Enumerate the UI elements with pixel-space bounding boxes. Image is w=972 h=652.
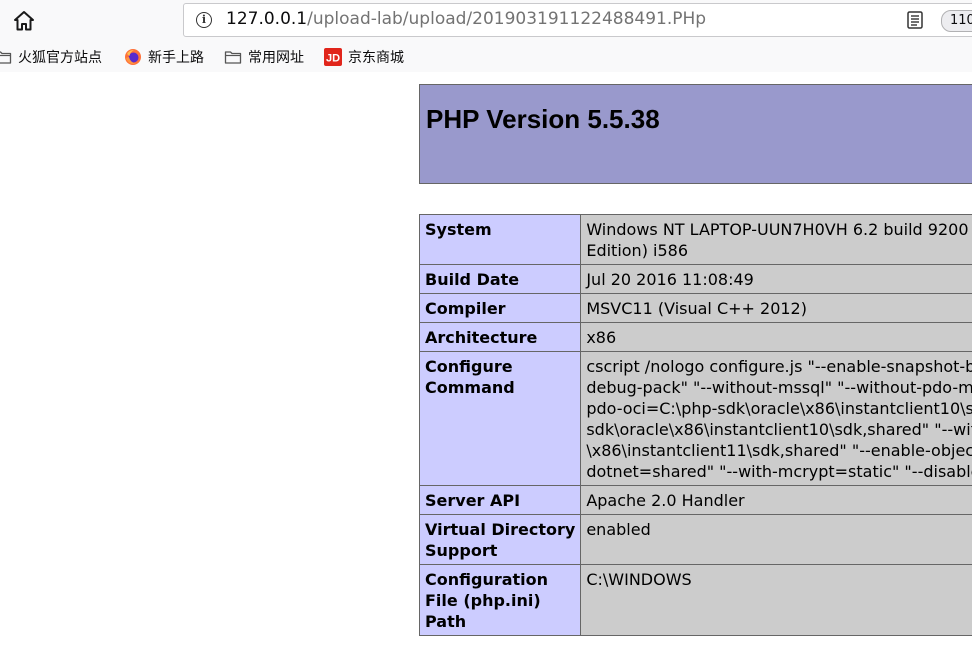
row-value: x86: [580, 322, 972, 352]
jd-icon: JD: [324, 48, 342, 66]
address-bar[interactable]: i 127.0.0.1/upload-lab/upload/2019031911…: [183, 3, 972, 37]
reader-view-icon[interactable]: [907, 11, 923, 29]
bookmark-label: 常用网址: [248, 50, 304, 66]
row-key: Build Date: [418, 264, 582, 294]
table-row: Architecture x86: [418, 322, 972, 352]
navigation-toolbar: i 127.0.0.1/upload-lab/upload/2019031911…: [0, 0, 972, 42]
firefox-icon: [125, 49, 141, 65]
table-row: Build Date Jul 20 2016 11:08:49: [418, 264, 972, 294]
php-info-table: System Windows NT LAPTOP-UUN7H0VH 6.2 bui…: [418, 214, 972, 636]
row-key: Architecture: [418, 322, 582, 352]
table-row: Compiler MSVC11 (Visual C++ 2012): [418, 293, 972, 323]
bookmark-label: 新手上路: [148, 50, 204, 66]
row-key: Virtual Directory Support: [418, 514, 582, 565]
row-value: Jul 20 2016 11:08:49: [580, 264, 972, 294]
bookmark-getting-started[interactable]: 新手上路: [124, 47, 204, 67]
table-row: System Windows NT LAPTOP-UUN7H0VH 6.2 bui…: [418, 214, 972, 265]
home-button[interactable]: [10, 7, 38, 35]
page-content: PHP Version 5.5.38 System Windows NT LAPT…: [0, 72, 972, 652]
table-row: Virtual Directory Support enabled: [418, 514, 972, 565]
folder-icon: [224, 51, 242, 64]
row-value: C:\WINDOWS: [580, 564, 972, 636]
row-key: Compiler: [418, 293, 582, 323]
table-row: Server API Apache 2.0 Handler: [418, 485, 972, 515]
bookmarks-toolbar: 火狐官方站点 新手上路 常用网址 JD 京东商城: [0, 44, 972, 70]
folder-icon: [0, 51, 12, 64]
bookmark-label: 火狐官方站点: [18, 50, 102, 66]
row-key: Configure Command: [418, 351, 582, 486]
zoom-level-badge[interactable]: 110%: [941, 10, 972, 32]
row-key: System: [418, 214, 582, 265]
table-row: Configuration File (php.ini) Path C:\WIND…: [418, 564, 972, 636]
home-icon: [14, 11, 34, 31]
row-value: Apache 2.0 Handler: [580, 485, 972, 515]
page-title: PHP Version 5.5.38: [426, 104, 660, 134]
url-path: /upload-lab/upload/201903191122488491.PH…: [307, 9, 707, 29]
row-key: Server API: [418, 485, 582, 515]
row-value: cscript /nologo configure.js "--enable-s…: [580, 351, 972, 486]
php-version-header: PHP Version 5.5.38: [419, 84, 972, 184]
row-value: enabled: [580, 514, 972, 565]
svg-text:JD: JD: [326, 53, 340, 65]
bookmark-common-sites[interactable]: 常用网址: [224, 47, 304, 67]
url-text[interactable]: 127.0.0.1/upload-lab/upload/201903191122…: [226, 9, 706, 29]
site-info-icon[interactable]: i: [196, 12, 212, 28]
info-table-body: System Windows NT LAPTOP-UUN7H0VH 6.2 bui…: [418, 214, 972, 636]
row-key: Configuration File (php.ini) Path: [418, 564, 582, 636]
bookmark-firefox-official[interactable]: 火狐官方站点: [0, 47, 102, 67]
bookmark-label: 京东商城: [348, 50, 404, 66]
table-row: Configure Command cscript /nologo configu…: [418, 351, 972, 486]
row-value: Windows NT LAPTOP-UUN7H0VH 6.2 build 920…: [580, 214, 972, 265]
row-value: MSVC11 (Visual C++ 2012): [580, 293, 972, 323]
browser-chrome: i 127.0.0.1/upload-lab/upload/2019031911…: [0, 0, 972, 72]
url-host: 127.0.0.1: [226, 9, 308, 29]
bookmark-jd-mall[interactable]: JD 京东商城: [324, 47, 404, 67]
